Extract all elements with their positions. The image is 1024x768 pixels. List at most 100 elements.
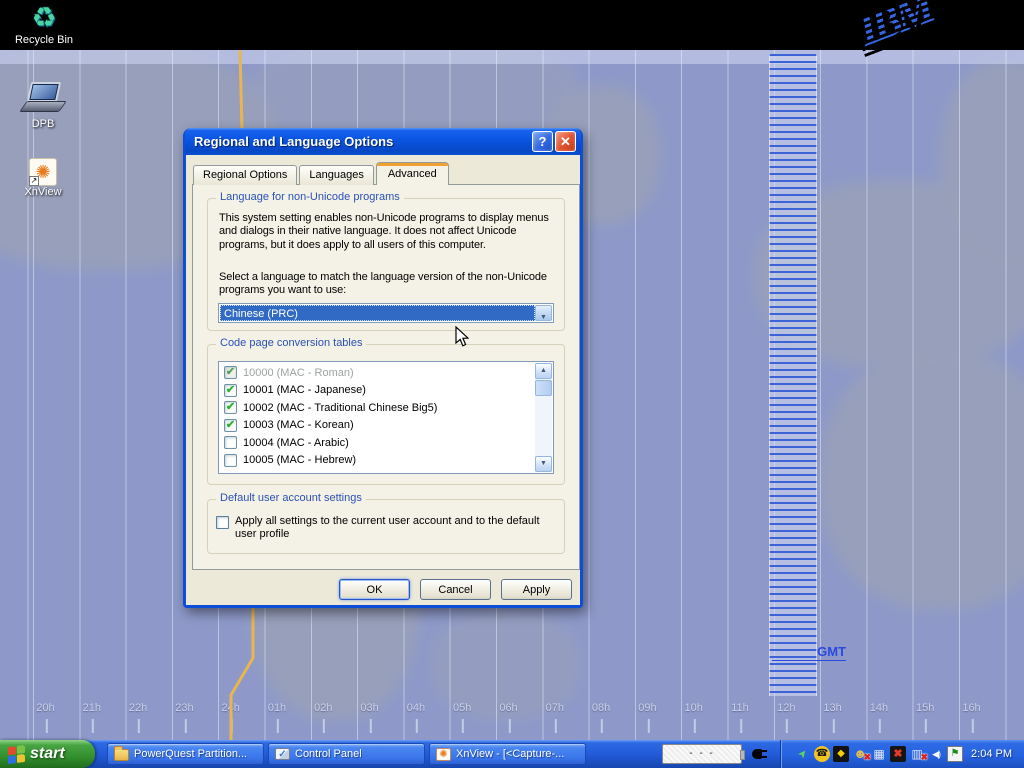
scroll-up-button[interactable]: ▲ bbox=[535, 363, 552, 379]
taskbar: start PowerQuest Partition... ✓Control Pa… bbox=[0, 740, 1024, 768]
display-error-icon[interactable]: ✖ bbox=[890, 746, 906, 762]
checkbox-icon[interactable] bbox=[224, 454, 237, 467]
timezone-label: 20h bbox=[36, 702, 54, 714]
apply-all-settings-checkbox[interactable]: Apply all settings to the current user a… bbox=[216, 515, 556, 542]
timezone-label: 06h bbox=[499, 702, 517, 714]
codepage-item[interactable]: ✔ 10002 (MAC - Traditional Chinese Big5) bbox=[221, 399, 534, 417]
desktop-icon-label: DPB bbox=[8, 118, 78, 130]
timezone-label: 10h bbox=[685, 702, 703, 714]
timezone-label: 05h bbox=[453, 702, 471, 714]
task-button-powerquest-partition[interactable]: PowerQuest Partition... bbox=[107, 743, 264, 765]
checkbox-icon[interactable]: ✔ bbox=[224, 366, 237, 379]
task-label: XnView - [<Capture-... bbox=[456, 748, 564, 760]
timezone-label: 14h bbox=[870, 702, 888, 714]
desktop-icon-label: Recycle Bin bbox=[12, 34, 76, 46]
timezone-label: 24h bbox=[222, 702, 240, 714]
xnview-icon: ✺ bbox=[436, 748, 451, 761]
network-places-icon[interactable]: ▦ bbox=[871, 746, 887, 762]
help-button[interactable]: ? bbox=[532, 131, 553, 152]
desktop: GMT 20h21h22h23h24h01h02h03h04h05h06h07h… bbox=[0, 0, 1024, 768]
volume-icon[interactable]: ◀) bbox=[928, 746, 944, 762]
tab-advanced[interactable]: Advanced bbox=[376, 162, 449, 185]
non-unicode-description: This system setting enables non-Unicode … bbox=[219, 212, 553, 252]
timezone-label: 01h bbox=[268, 702, 286, 714]
language-combobox[interactable]: Chinese (PRC) ▼ bbox=[218, 303, 554, 323]
timezone-label: 12h bbox=[777, 702, 795, 714]
network-disconnected-icon[interactable]: ▥ bbox=[909, 746, 925, 762]
offline-users-icon[interactable]: ☻ bbox=[852, 746, 868, 762]
folder-icon bbox=[114, 749, 129, 761]
codepage-item[interactable]: ✔10000 (MAC - Roman) bbox=[221, 364, 534, 382]
scroll-down-button[interactable]: ▼ bbox=[535, 456, 552, 472]
combobox-dropdown-button[interactable]: ▼ bbox=[535, 305, 552, 321]
desktop-icon-xnview[interactable]: ✺↗ XnView bbox=[8, 158, 78, 198]
group-caption: Language for non-Unicode programs bbox=[216, 191, 404, 203]
dialog-titlebar[interactable]: Regional and Language Options ? ✕ bbox=[185, 128, 581, 155]
dialog-button-row: OK Cancel Apply bbox=[339, 579, 572, 600]
task-buttons: PowerQuest Partition... ✓Control Panel ✺ Xn… bbox=[107, 743, 586, 765]
checkbox-icon[interactable]: ✔ bbox=[224, 419, 237, 432]
apply-button[interactable]: Apply bbox=[501, 579, 572, 600]
ok-button[interactable]: OK bbox=[339, 579, 410, 600]
windows-logo-icon bbox=[8, 744, 25, 763]
dialog-title: Regional and Language Options bbox=[194, 134, 530, 149]
scrollbar[interactable]: ▲ ▼ bbox=[535, 363, 552, 472]
regional-language-options-dialog: Regional and Language Options ? ✕ Region… bbox=[183, 128, 583, 608]
task-label: PowerQuest Partition... bbox=[134, 748, 247, 760]
timezone-label: 09h bbox=[638, 702, 656, 714]
tab-languages[interactable]: Languages bbox=[299, 165, 373, 185]
codepage-label: 10003 (MAC - Korean) bbox=[243, 419, 354, 431]
codepage-label: 10002 (MAC - Traditional Chinese Big5) bbox=[243, 402, 437, 414]
screen-capture-icon[interactable]: ⚑ bbox=[947, 746, 963, 762]
battery-icon: - - - bbox=[662, 744, 742, 764]
battery-meter[interactable]: - - - bbox=[662, 744, 742, 764]
power-plug-icon bbox=[750, 746, 770, 762]
timezone-label: 16h bbox=[962, 702, 980, 714]
codepage-item[interactable]: ✔ 10003 (MAC - Korean) bbox=[221, 417, 534, 435]
control-panel-icon: ✓ bbox=[275, 748, 290, 760]
task-button-control-panel[interactable]: ✓Control Panel bbox=[268, 743, 425, 765]
laptop-icon bbox=[21, 82, 65, 118]
chevron-down-icon: ▼ bbox=[540, 314, 547, 321]
codepage-item[interactable]: ✔ 10001 (MAC - Japanese) bbox=[221, 382, 534, 400]
desktop-icon-dpb[interactable]: DPB bbox=[8, 82, 78, 130]
close-button[interactable]: ✕ bbox=[555, 131, 576, 152]
taskbar-clock: 2:04 PM bbox=[971, 748, 1012, 760]
drive-status-icon[interactable]: ◆ bbox=[833, 746, 849, 762]
task-button-xnview-capture[interactable]: ✺ XnView - [<Capture-... bbox=[429, 743, 586, 765]
codepage-listbox[interactable]: ✔10000 (MAC - Roman)✔10001 (MAC - Japane… bbox=[218, 361, 554, 474]
group-default-user-settings: Default user account settings Apply all … bbox=[207, 499, 565, 554]
checkbox-label: Apply all settings to the current user a… bbox=[235, 515, 550, 542]
wallpaper-top-bar: ♻ Recycle Bin IBM bbox=[0, 0, 1024, 50]
system-tray: ➤☎◆☻▦✖▥◀)⚑ 2:04 PM bbox=[780, 740, 1024, 768]
codepage-label: 10001 (MAC - Japanese) bbox=[243, 384, 366, 396]
timezone-label: 23h bbox=[175, 702, 193, 714]
desktop-icon-label: XnView bbox=[8, 186, 78, 198]
recycle-bin-icon: ♻ bbox=[12, 2, 76, 34]
checkbox-box[interactable] bbox=[216, 516, 229, 529]
codepage-item[interactable]: 10005 (MAC - Hebrew) bbox=[221, 452, 534, 470]
advanced-tab-page: Language for non-Unicode programs This s… bbox=[192, 184, 580, 570]
combobox-selected-value: Chinese (PRC) bbox=[220, 305, 535, 321]
start-button[interactable]: start bbox=[0, 740, 95, 768]
codepage-item[interactable]: 10004 (MAC - Arabic) bbox=[221, 434, 534, 452]
group-caption: Code page conversion tables bbox=[216, 337, 366, 349]
tab-regional-options[interactable]: Regional Options bbox=[193, 165, 297, 185]
checkbox-icon[interactable] bbox=[224, 436, 237, 449]
timezone-label: 04h bbox=[407, 702, 425, 714]
group-caption: Default user account settings bbox=[216, 492, 366, 504]
tray-icons: ➤☎◆☻▦✖▥◀)⚑ bbox=[795, 746, 963, 762]
scroll-thumb[interactable] bbox=[535, 380, 552, 396]
group-language-non-unicode: Language for non-Unicode programs This s… bbox=[207, 198, 565, 331]
cancel-button[interactable]: Cancel bbox=[420, 579, 491, 600]
safely-remove-hardware-icon[interactable]: ➤ bbox=[792, 743, 815, 766]
checkbox-icon[interactable]: ✔ bbox=[224, 401, 237, 414]
checkbox-icon[interactable]: ✔ bbox=[224, 384, 237, 397]
codepage-label: 10004 (MAC - Arabic) bbox=[243, 437, 349, 449]
desktop-icon-recycle-bin[interactable]: ♻ Recycle Bin bbox=[12, 2, 76, 46]
modem-phone-icon[interactable]: ☎ bbox=[814, 746, 830, 762]
timezone-label: 11h bbox=[731, 702, 749, 714]
shortcut-arrow-icon: ↗ bbox=[29, 176, 39, 186]
xnview-icon: ✺↗ bbox=[29, 158, 57, 186]
gmt-label: GMT bbox=[772, 644, 846, 661]
